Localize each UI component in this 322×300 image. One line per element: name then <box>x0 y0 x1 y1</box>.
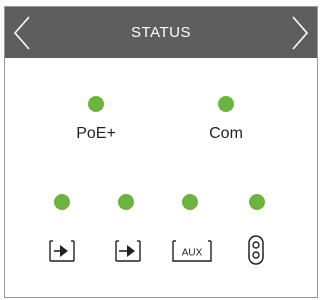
input-status-led <box>54 194 70 210</box>
com-label: Com <box>209 125 243 142</box>
poe-label: PoE+ <box>76 125 116 142</box>
chevron-right-icon <box>292 16 309 50</box>
chevron-left-icon <box>13 16 30 50</box>
input-arrow-icon <box>47 238 77 264</box>
connector-status-led <box>249 194 265 210</box>
next-page-button[interactable] <box>285 13 313 53</box>
output-status-led <box>118 194 134 210</box>
status-panel: STATUS PoE+ Com AUX <box>4 6 318 298</box>
aux-port-icon: AUX <box>170 238 214 264</box>
page-title: STATUS <box>131 24 191 41</box>
header-bar: STATUS <box>5 7 317 58</box>
prev-page-button[interactable] <box>9 13 37 53</box>
output-arrow-icon <box>113 238 143 264</box>
poe-status-led <box>88 96 104 112</box>
aux-status-led <box>182 194 198 210</box>
com-status-led <box>218 96 234 112</box>
connector-port-icon <box>247 234 265 266</box>
aux-label: AUX <box>182 248 203 259</box>
